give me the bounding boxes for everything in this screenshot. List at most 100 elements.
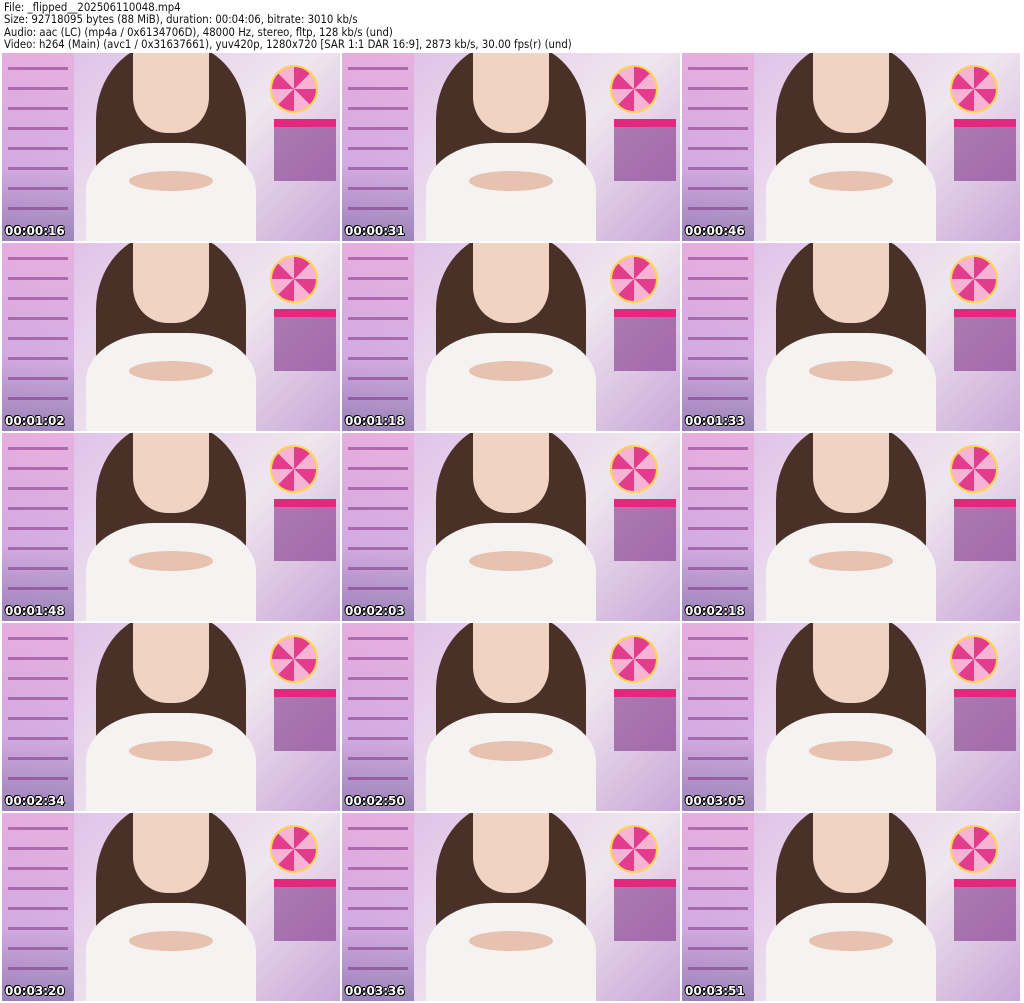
- shirt-cutout: [469, 551, 553, 571]
- video-thumbnail: 00:03:51: [682, 813, 1020, 1001]
- spin-wheel-icon: [610, 445, 658, 493]
- overlay-panel-row: [688, 527, 748, 530]
- tip-menu-overlay: [614, 499, 676, 561]
- overlay-panel-row: [348, 257, 408, 260]
- spin-wheel-icon: [610, 65, 658, 113]
- video-thumbnail: 00:00:46: [682, 53, 1020, 241]
- tip-menu-overlay: [614, 879, 676, 941]
- overlay-panel-row: [8, 827, 68, 830]
- overlay-panel-row: [8, 847, 68, 850]
- overlay-panel-row: [8, 737, 68, 740]
- overlay-panel-row: [8, 87, 68, 90]
- overlay-panel-row: [8, 757, 68, 760]
- overlay-panel-row: [348, 697, 408, 700]
- person-shirt: [766, 523, 936, 621]
- thumbnail-timestamp: 00:03:05: [685, 794, 745, 808]
- overlay-panel-row: [348, 927, 408, 930]
- overlay-panel-row: [688, 127, 748, 130]
- tip-menu-overlay: [274, 689, 336, 751]
- overlay-panel-row: [688, 947, 748, 950]
- overlay-panel-row: [348, 777, 408, 780]
- overlay-panel-row: [8, 507, 68, 510]
- overlay-panel-row: [8, 187, 68, 190]
- overlay-panel-row: [688, 847, 748, 850]
- overlay-panel-row: [688, 487, 748, 490]
- person-face: [473, 813, 549, 893]
- overlay-panel-row: [348, 207, 408, 210]
- video-thumbnail: 00:03:05: [682, 623, 1020, 811]
- overlay-panel-row: [688, 697, 748, 700]
- overlay-panel-row: [348, 487, 408, 490]
- spin-wheel-icon: [610, 255, 658, 303]
- overlay-panel-row: [8, 567, 68, 570]
- overlay-panel-row: [348, 947, 408, 950]
- person-face: [473, 433, 549, 513]
- shirt-cutout: [469, 361, 553, 381]
- spin-wheel-icon: [270, 445, 318, 493]
- overlay-panel-row: [688, 187, 748, 190]
- person-shirt: [86, 333, 256, 431]
- overlay-panel-row: [8, 207, 68, 210]
- file-info-header: File: _flipped__202506110048.mp4 Size: 9…: [4, 1, 572, 50]
- overlay-panel-row: [348, 297, 408, 300]
- file-size-info: Size: 92718095 bytes (88 MiB), duration:…: [4, 12, 358, 27]
- overlay-panel-row: [8, 967, 68, 970]
- overlay-panel-row: [348, 587, 408, 590]
- shirt-cutout: [809, 741, 893, 761]
- spin-wheel-icon: [270, 255, 318, 303]
- overlay-panel-row: [688, 927, 748, 930]
- overlay-panel-row: [348, 357, 408, 360]
- overlay-panel-row: [688, 867, 748, 870]
- overlay-panel-row: [8, 527, 68, 530]
- overlay-panel-row: [688, 107, 748, 110]
- person-face: [813, 433, 889, 513]
- video-thumbnail: 00:02:50: [342, 623, 680, 811]
- tip-menu-overlay: [614, 119, 676, 181]
- stream-overlay-panel: [342, 623, 414, 811]
- overlay-panel-row: [688, 587, 748, 590]
- spin-wheel-icon: [610, 825, 658, 873]
- person-shirt: [766, 333, 936, 431]
- overlay-panel-row: [8, 107, 68, 110]
- overlay-panel-row: [8, 547, 68, 550]
- shirt-cutout: [129, 361, 213, 381]
- shirt-cutout: [129, 171, 213, 191]
- spin-wheel-icon: [950, 635, 998, 683]
- shirt-cutout: [129, 741, 213, 761]
- overlay-panel-row: [688, 297, 748, 300]
- thumbnail-timestamp: 00:02:50: [345, 794, 405, 808]
- overlay-panel-row: [688, 677, 748, 680]
- spin-wheel-icon: [950, 825, 998, 873]
- video-thumbnail: 00:03:20: [2, 813, 340, 1001]
- person-face: [473, 53, 549, 133]
- overlay-panel-row: [8, 277, 68, 280]
- person-shirt: [86, 903, 256, 1001]
- thumbnail-timestamp: 00:01:33: [685, 414, 745, 428]
- person-shirt: [426, 333, 596, 431]
- overlay-panel-row: [688, 737, 748, 740]
- overlay-panel-row: [688, 907, 748, 910]
- overlay-panel-row: [8, 357, 68, 360]
- person-face: [473, 623, 549, 703]
- overlay-panel-row: [348, 867, 408, 870]
- spin-wheel-icon: [950, 445, 998, 493]
- overlay-panel-row: [8, 147, 68, 150]
- overlay-panel-row: [348, 277, 408, 280]
- overlay-panel-row: [688, 147, 748, 150]
- overlay-panel-row: [8, 467, 68, 470]
- overlay-panel-row: [8, 127, 68, 130]
- video-thumbnail: 00:00:16: [2, 53, 340, 241]
- overlay-panel-row: [688, 717, 748, 720]
- overlay-panel-row: [688, 757, 748, 760]
- person-face: [133, 623, 209, 703]
- tip-menu-overlay: [274, 119, 336, 181]
- overlay-panel-row: [348, 187, 408, 190]
- overlay-panel-row: [8, 397, 68, 400]
- stream-overlay-panel: [342, 433, 414, 621]
- spin-wheel-icon: [950, 255, 998, 303]
- overlay-panel-row: [688, 467, 748, 470]
- video-thumbnail: 00:00:31: [342, 53, 680, 241]
- overlay-panel-row: [688, 337, 748, 340]
- thumbnail-timestamp: 00:02:34: [5, 794, 65, 808]
- person-shirt: [86, 523, 256, 621]
